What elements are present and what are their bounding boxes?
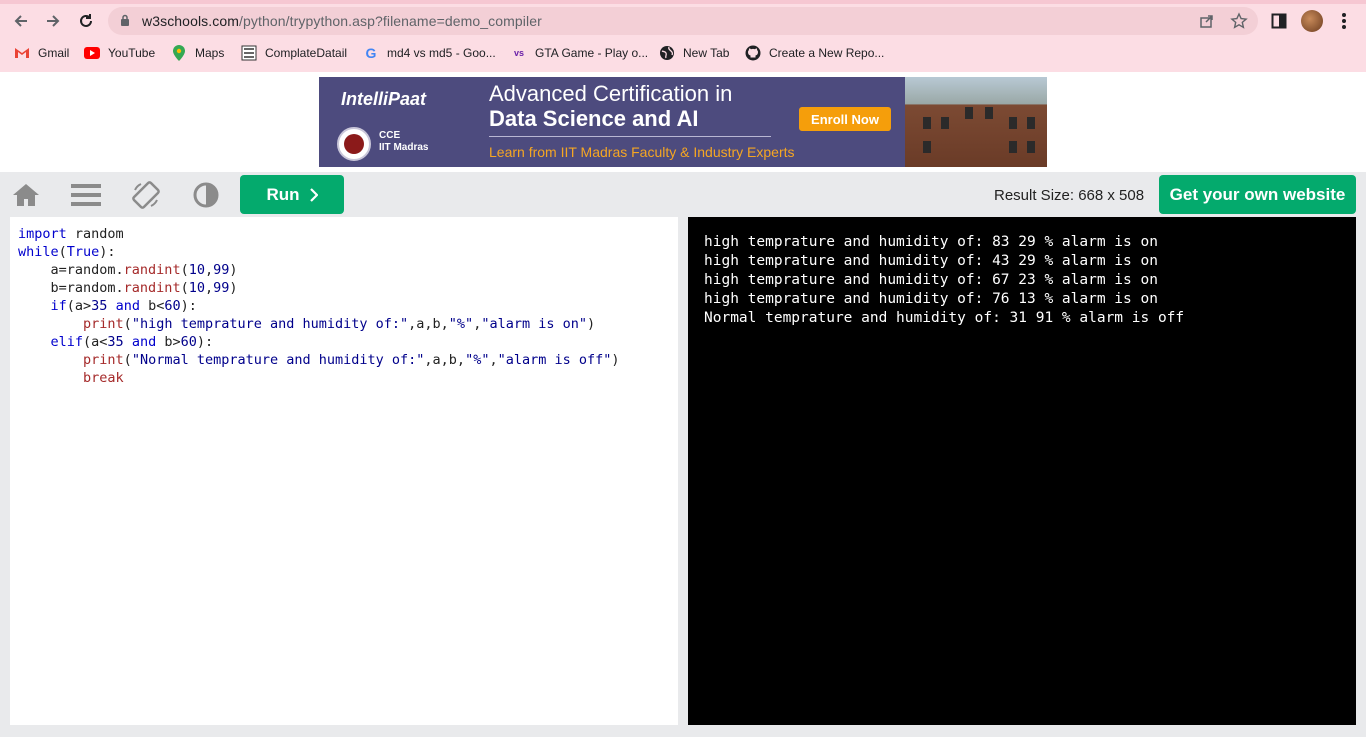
youtube-icon [84,45,100,61]
back-button[interactable] [9,9,33,33]
output-line: high temprature and humidity of: 43 29 %… [704,253,1158,269]
menu-button[interactable] [69,178,103,212]
code-line-9: break [83,370,124,386]
bookmark-create-repo[interactable]: Create a New Repo... [745,42,884,64]
github-icon [745,45,761,61]
ad-subline: Learn from IIT Madras Faculty & Industry… [489,144,795,160]
run-button[interactable]: Run [240,175,344,214]
code-line-2: while(True): [18,244,116,260]
rotate-layout-button[interactable] [129,178,163,212]
bookmark-label: Create a New Repo... [769,46,885,60]
complate-icon [241,45,257,61]
home-button[interactable] [9,178,43,212]
bookmarks-bar: Gmail YouTube Maps ComplateDatail G md4 … [0,42,1366,64]
get-own-website-button[interactable]: Get your own website [1159,175,1356,214]
chevron-right-icon [309,187,318,202]
code-line-1: import random [18,226,124,242]
kebab-menu-icon [1342,13,1346,29]
bookmark-label: GTA Game - Play o... [535,46,649,60]
reload-icon [80,14,92,27]
code-line-8: print("Normal temprature and humidity of… [83,352,620,368]
forward-button[interactable] [41,9,65,33]
bookmark-label: Gmail [38,46,70,60]
code-line-5: if(a>35 and b<60): [50,298,197,314]
bookmark-label: ComplateDatail [265,46,348,60]
gmail-icon [14,45,30,61]
ad-banner[interactable]: IntelliPaat CCE IIT Madras Advanced Certi… [319,77,1047,167]
iit-seal-icon [337,127,371,161]
side-panel-button[interactable] [1268,10,1290,32]
globe-icon [659,45,675,61]
ad-iit: IIT Madras [379,142,429,153]
bookmark-label: New Tab [683,46,730,60]
contrast-icon [193,182,219,208]
code-line-3: a=random.randint(10,99) [18,262,238,278]
bookmark-maps[interactable]: Maps [171,42,224,64]
back-arrow-icon [14,15,27,27]
bookmark-complatedatail[interactable]: ComplateDatail [241,42,347,64]
bookmark-youtube[interactable]: YouTube [84,42,155,64]
url-text: w3schools.com/python/trypython.asp?filen… [142,13,542,29]
output-line: high temprature and humidity of: 83 29 %… [704,234,1158,250]
ad-cce-label: CCE IIT Madras [379,130,428,154]
code-line-4: b=random.randint(10,99) [18,280,238,296]
code-editor[interactable]: import random while(True): a=random.rand… [10,217,678,725]
profile-avatar[interactable] [1301,10,1323,32]
browser-chrome: w3schools.com/python/trypython.asp?filen… [0,0,1366,72]
ad-brand-logo: IntelliPaat [341,89,427,109]
output-line: high temprature and humidity of: 67 23 %… [704,272,1158,288]
tab-strip-edge [0,0,1366,4]
share-icon[interactable] [1198,12,1216,30]
bookmark-label: md4 vs md5 - Goo... [387,46,496,60]
theme-toggle-button[interactable] [189,178,223,212]
ad-cce: CCE [379,130,401,141]
ad-campus-photo [905,77,1047,167]
url-path: /python/trypython.asp?filename=demo_comp… [239,13,542,29]
forward-arrow-icon [47,15,60,27]
maps-icon [171,45,187,61]
bookmark-new-tab[interactable]: New Tab [659,42,729,64]
bookmark-label: Maps [195,46,225,60]
code-line-7: elif(a<35 and b>60): [50,334,214,350]
output-line: Normal temprature and humidity of: 31 91… [704,310,1185,326]
ad-headline-1: Advanced Certification in [489,81,733,106]
bookmark-label: YouTube [108,46,156,60]
run-label: Run [266,184,300,204]
home-icon [13,184,39,206]
code-line-6: print("high temprature and humidity of:"… [83,316,596,332]
reload-button[interactable] [74,9,98,33]
ad-headline-2: Data Science and AI [489,106,699,131]
address-bar[interactable]: w3schools.com/python/trypython.asp?filen… [108,7,1258,35]
ad-enroll-button[interactable]: Enroll Now [799,107,891,131]
result-panel: high temprature and humidity of: 83 29 %… [688,217,1356,725]
result-size-text: Result Size: 668 x 508 [994,187,1145,204]
bookmark-gta-game[interactable]: vs GTA Game - Play o... [511,42,648,64]
code-text[interactable]: import random while(True): a=random.rand… [18,225,620,387]
bookmark-md4-vs-md5[interactable]: G md4 vs md5 - Goo... [363,42,496,64]
browser-menu-button[interactable] [1333,10,1355,32]
bookmark-star-icon[interactable] [1230,12,1248,30]
output-line: high temprature and humidity of: 76 13 %… [704,291,1158,307]
google-icon: G [365,45,377,61]
url-host: w3schools.com [142,13,240,29]
lock-icon [121,14,129,26]
bookmark-gmail[interactable]: Gmail [14,42,69,64]
output-text: high temprature and humidity of: 83 29 %… [704,233,1184,328]
bottom-edge [0,733,1366,737]
ad-divider [489,136,771,137]
vs-icon: vs [513,48,524,58]
side-panel-icon [1271,13,1287,29]
rotate-icon [132,181,160,209]
hamburger-icon [71,184,101,206]
